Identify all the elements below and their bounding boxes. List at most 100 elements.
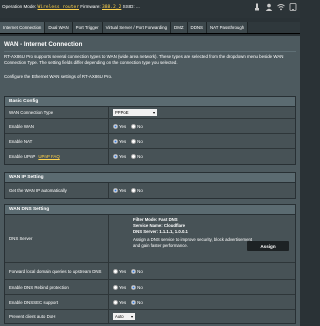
tab-virtual-server[interactable]: Virtual Server / Port Forwarding bbox=[102, 22, 172, 33]
ssid-label: SSID: bbox=[122, 4, 135, 9]
enable-wan-row: Enable WAN Yes No bbox=[5, 119, 295, 134]
auto-ip-label: Get the WAN IP automatically bbox=[5, 183, 109, 198]
enable-wan-no[interactable]: No bbox=[131, 123, 143, 129]
operation-mode-label: Operation Mode: bbox=[2, 4, 37, 9]
radio-yes-icon bbox=[113, 123, 118, 129]
dnssec-label: Enable DNSSEC support bbox=[5, 295, 109, 309]
doh-value: Auto bbox=[115, 314, 124, 319]
forward-queries-label: Forward local domain queries to upstream… bbox=[5, 263, 109, 279]
wan-type-cell: PPPoE ▼ bbox=[109, 107, 295, 118]
radio-yes-icon bbox=[113, 154, 118, 159]
no-label: No bbox=[137, 268, 143, 274]
wan-type-row: WAN Connection Type PPPoE ▼ bbox=[5, 107, 295, 119]
radio-yes-icon bbox=[113, 138, 118, 144]
dns-note: Assign a DNS service to improve security… bbox=[133, 237, 253, 248]
auto-ip-options: Yes No bbox=[109, 183, 295, 198]
auto-ip-no[interactable]: No bbox=[131, 188, 143, 193]
chevron-down-icon: ▼ bbox=[130, 314, 134, 319]
basic-config-panel: Basic Config WAN Connection Type PPPoE ▼… bbox=[4, 96, 296, 165]
tab-internet-connection[interactable]: Internet Connection bbox=[0, 22, 46, 33]
auto-ip-yes[interactable]: Yes bbox=[113, 188, 126, 193]
doh-cell: Auto ▼ bbox=[109, 310, 295, 323]
doh-row: Prevent client auto DoH Auto ▼ bbox=[5, 310, 295, 323]
dnssec-no[interactable]: No bbox=[131, 299, 143, 305]
yes-label: Yes bbox=[119, 138, 127, 144]
rebind-yes[interactable]: Yes bbox=[113, 284, 126, 290]
enable-nat-label: Enable NAT bbox=[5, 134, 109, 148]
wan-ip-panel: WAN IP Setting Get the WAN IP automatica… bbox=[4, 172, 296, 199]
assign-button[interactable]: Assign bbox=[247, 241, 289, 251]
no-label: No bbox=[137, 188, 143, 193]
radio-yes-icon bbox=[113, 299, 118, 305]
user-icon[interactable] bbox=[265, 3, 273, 11]
tab-dmz[interactable]: DMZ bbox=[171, 22, 188, 33]
enable-wan-yes[interactable]: Yes bbox=[113, 123, 127, 129]
radio-no-icon bbox=[131, 299, 137, 305]
dnssec-row: Enable DNSSEC support Yes No bbox=[5, 295, 295, 310]
enable-nat-no[interactable]: No bbox=[131, 138, 143, 144]
radio-yes-icon bbox=[113, 188, 118, 193]
enable-wan-label: Enable WAN bbox=[5, 119, 109, 133]
wan-dns-panel: WAN DNS Setting DNS Server Filter Mode: … bbox=[4, 204, 296, 324]
operation-mode-value[interactable]: Wireless router bbox=[38, 5, 80, 10]
radio-no-icon bbox=[131, 284, 137, 290]
top-status-bar: Operation Mode: Wireless router Firmware… bbox=[0, 0, 300, 18]
yes-label: Yes bbox=[119, 188, 127, 193]
dns-server-row: DNS Server Filter Mode: Fast DNS Service… bbox=[5, 215, 295, 263]
radio-no-icon bbox=[131, 154, 137, 159]
usb-icon[interactable] bbox=[253, 3, 261, 11]
no-label: No bbox=[137, 154, 143, 159]
no-label: No bbox=[137, 123, 143, 129]
dnssec-yes[interactable]: Yes bbox=[113, 299, 127, 305]
no-label: No bbox=[137, 299, 143, 305]
app-icon[interactable] bbox=[289, 3, 297, 11]
main-content: WAN - Internet Connection RT-AX86U Pro s… bbox=[0, 36, 300, 326]
no-label: No bbox=[137, 138, 143, 144]
radio-no-icon bbox=[131, 268, 137, 274]
no-label: No bbox=[137, 284, 143, 290]
enable-upnp-no[interactable]: No bbox=[131, 154, 143, 159]
radio-no-icon bbox=[131, 123, 137, 129]
config-line: Configure the Ethernet WAN settings of R… bbox=[4, 74, 113, 79]
tab-ddns[interactable]: DDNS bbox=[187, 22, 207, 33]
forward-no[interactable]: No bbox=[131, 268, 143, 274]
upnp-faq-link[interactable]: UPnP FAQ bbox=[38, 154, 59, 159]
dns-rebind-row: Enable DNS Rebind protection Yes No bbox=[5, 280, 295, 295]
enable-upnp-label: Enable UPnP bbox=[9, 154, 36, 159]
yes-label: Yes bbox=[119, 123, 127, 129]
enable-nat-yes[interactable]: Yes bbox=[113, 138, 127, 144]
dns-server-addresses: DNS Server: 1.1.1.1, 1.0.0.1 bbox=[133, 229, 188, 234]
doh-label: Prevent client auto DoH bbox=[5, 310, 109, 323]
forward-yes[interactable]: Yes bbox=[113, 268, 127, 274]
enable-upnp-cell: Enable UPnP UPnP FAQ bbox=[5, 149, 109, 164]
wan-type-select[interactable]: PPPoE ▼ bbox=[113, 109, 157, 116]
enable-nat-options: Yes No bbox=[109, 134, 295, 148]
tab-port-trigger[interactable]: Port Trigger bbox=[72, 22, 103, 33]
dnssec-options: Yes No bbox=[109, 295, 295, 309]
tab-nat-passthrough[interactable]: NAT Passthrough bbox=[207, 22, 249, 33]
wan-type-value: PPPoE bbox=[115, 110, 129, 115]
rebind-no[interactable]: No bbox=[131, 284, 143, 290]
enable-wan-options: Yes No bbox=[109, 119, 295, 133]
dns-server-label: DNS Server bbox=[5, 215, 109, 262]
page-title: WAN - Internet Connection bbox=[4, 41, 83, 48]
enable-upnp-row: Enable UPnP UPnP FAQ Yes No bbox=[5, 149, 295, 164]
auto-ip-row: Get the WAN IP automatically Yes No bbox=[5, 183, 295, 198]
tab-bar: Internet Connection Dual WAN Port Trigge… bbox=[0, 22, 300, 34]
radio-no-icon bbox=[131, 188, 137, 193]
yes-label: Yes bbox=[119, 299, 127, 305]
dns-rebind-options: Yes No bbox=[109, 280, 295, 294]
enable-upnp-yes[interactable]: Yes bbox=[113, 154, 126, 159]
wan-ip-header: WAN IP Setting bbox=[5, 173, 295, 183]
page-description: RT-AX86U Pro supports several connection… bbox=[4, 54, 284, 66]
wan-dns-header: WAN DNS Setting bbox=[5, 205, 295, 215]
forward-queries-options: Yes No bbox=[109, 263, 295, 279]
wan-type-label: WAN Connection Type bbox=[5, 107, 109, 118]
wifi-signal-icon[interactable] bbox=[277, 3, 285, 11]
firmware-value[interactable]: 388.2_2 bbox=[102, 5, 121, 10]
doh-select[interactable]: Auto ▼ bbox=[113, 313, 135, 320]
tab-dual-wan[interactable]: Dual WAN bbox=[45, 22, 73, 33]
yes-label: Yes bbox=[119, 154, 127, 159]
operation-mode-line: Operation Mode: Wireless router Firmware… bbox=[2, 4, 140, 10]
yes-label: Yes bbox=[119, 268, 127, 274]
